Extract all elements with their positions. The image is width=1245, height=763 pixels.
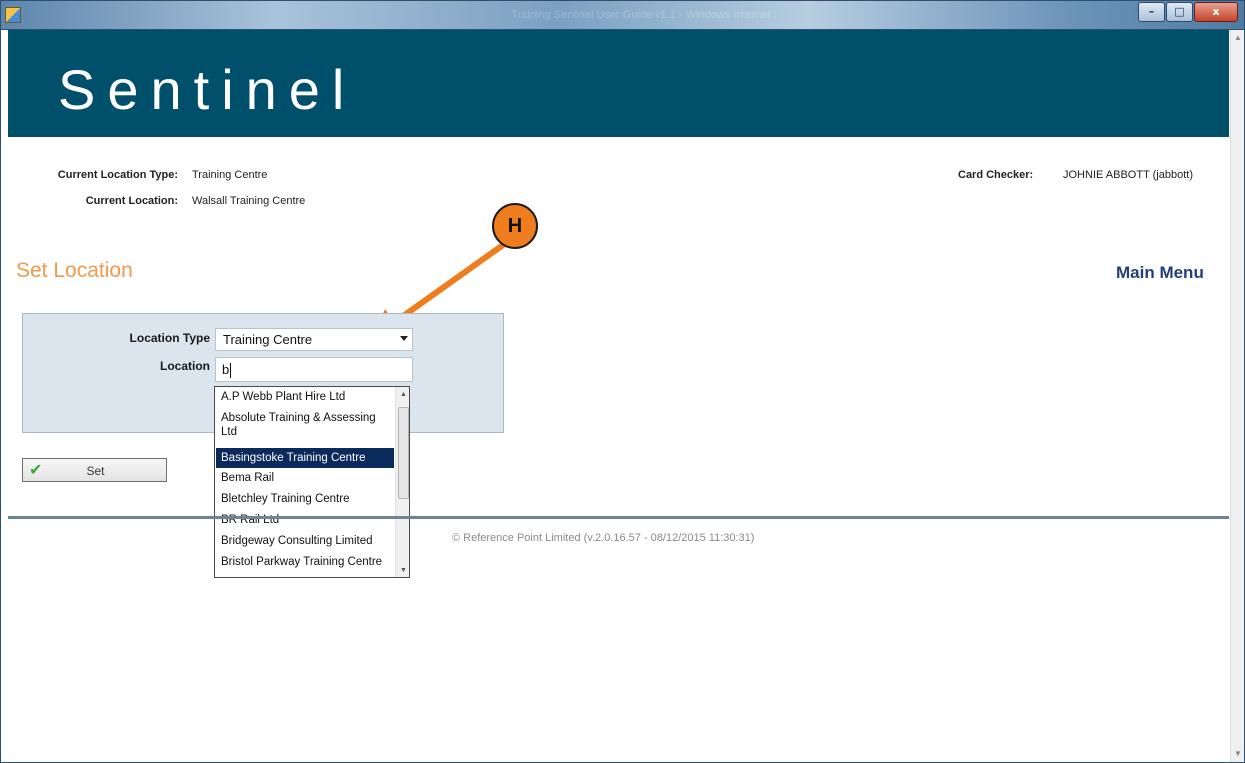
location-type-label: Location Type [129,331,210,345]
list-item-selected[interactable]: Basingstoke Training Centre [216,448,394,468]
card-checker-value: JOHNIE ABBOTT (jabbott) [1063,169,1194,181]
set-button-label: Set [86,464,105,478]
list-item[interactable]: Bema Rail [216,471,394,485]
chevron-down-icon[interactable] [400,336,408,341]
page-scrollbar[interactable]: ▲ ▼ [1230,30,1244,762]
list-item-label: Bristol Parkway Training Centre [221,556,383,568]
list-item[interactable]: A.P Webb Plant Hire Ltd [216,390,394,404]
dropdown-scrollbar[interactable]: ▲ ▼ [395,387,409,577]
location-input[interactable]: b [215,357,413,382]
scroll-up-icon[interactable]: ▲ [399,391,408,398]
list-item[interactable]: Bristol Parkway Training Centre [216,555,394,569]
scroll-down-icon[interactable]: ▼ [399,567,408,574]
list-item[interactable]: Absolute Training & Assessing Ltd [216,411,394,439]
list-item-label: Bridgeway Consulting Limited [221,535,373,547]
scroll-down-icon[interactable]: ▼ [1234,750,1242,758]
annotation-badge: H [492,203,538,249]
main-menu-link[interactable]: Main Menu [1116,263,1204,283]
window-title: Training Sentinel User Guide v1.1 - Wind… [511,9,771,21]
list-item-label: A.P Webb Plant Hire Ltd [221,391,346,403]
header-banner: Sentinel [8,30,1229,137]
minimize-button[interactable]: – [1138,2,1165,22]
list-item-label: Bletchley Training Centre [221,493,350,505]
window-controls: – □ x [1137,2,1238,22]
app-icon [5,7,21,23]
page-title: Set Location [16,259,133,282]
list-item[interactable]: Bletchley Training Centre [216,492,394,506]
list-item-label: Absolute Training & Assessing Ltd [221,412,376,438]
location-type-value: Training Centre [223,332,313,347]
current-location-type-value: Training Centre [192,169,268,181]
text-cursor [230,363,232,379]
current-location-label: Current Location: [85,195,178,207]
list-item-label: Bema Rail [221,472,275,484]
location-autocomplete-list[interactable]: A.P Webb Plant Hire Ltd Absolute Trainin… [214,386,410,578]
maximize-button[interactable]: □ [1166,2,1193,22]
current-location-value: Walsall Training Centre [192,195,306,207]
location-label: Location [160,359,210,373]
location-input-value: b [222,362,230,377]
current-location-type-label: Current Location Type: [57,169,178,181]
list-item-label: Basingstoke Training Centre [221,452,366,464]
list-item[interactable]: Bridgeway Consulting Limited [216,534,394,548]
card-checker-label: Card Checker: [958,169,1034,181]
window-titlebar: Training Sentinel User Guide v1.1 - Wind… [0,0,1245,30]
footer-divider [8,516,1229,519]
app-title: Sentinel [58,58,357,121]
location-type-select[interactable]: Training Centre [215,328,413,351]
set-button[interactable]: ✔ Set [22,458,167,482]
footer-copyright: © Reference Point Limited (v.2.0.16.57 -… [452,532,755,544]
scroll-thumb[interactable] [398,407,409,499]
close-button[interactable]: x [1194,2,1238,22]
scroll-up-icon[interactable]: ▲ [1234,34,1242,42]
